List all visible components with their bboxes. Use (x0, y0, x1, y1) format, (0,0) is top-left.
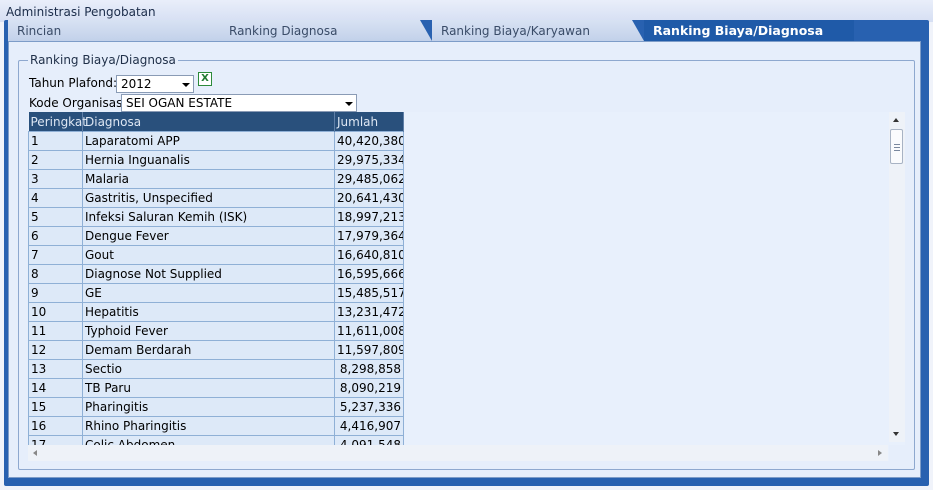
rank-cell: 13 (28, 359, 83, 379)
group-legend: Ranking Biaya/Diagnosa (28, 53, 178, 67)
kode-organisasi-label: Kode Organisasi: (29, 96, 130, 110)
table-row[interactable]: 1 Laparatomi APP 40,420,380 (28, 131, 404, 151)
diagnosa-cell: Rhino Pharingitis (82, 416, 335, 436)
rank-cell: 5 (28, 207, 83, 227)
horizontal-scrollbar[interactable] (28, 445, 888, 461)
tab-label: Ranking Diagnosa (229, 24, 338, 38)
table-row[interactable]: 6 Dengue Fever 17,979,364 (28, 226, 404, 246)
tab-label: Rincian (17, 24, 62, 38)
table-row[interactable]: 2 Hernia Inguanalis 29,975,334 (28, 150, 404, 170)
rank-cell: 11 (28, 321, 83, 341)
rank-cell: 2 (28, 150, 83, 170)
table-row[interactable]: 11 Typhoid Fever 11,611,008 (28, 321, 404, 341)
diagnosa-cell: Gout (82, 245, 335, 265)
tahun-plafond-label: Tahun Plafond: (29, 76, 118, 90)
rank-cell: 1 (28, 131, 83, 151)
table-row[interactable]: 7 Gout 16,640,810 (28, 245, 404, 265)
rank-cell: 16 (28, 416, 83, 436)
scroll-left-icon[interactable] (33, 450, 37, 456)
rank-cell: 9 (28, 283, 83, 303)
rank-cell: 3 (28, 169, 83, 189)
diagnosa-cell: Infeksi Saluran Kemih (ISK) (82, 207, 335, 227)
jumlah-cell: 8,090,219 (334, 378, 404, 398)
window-title: Administrasi Pengobatan (6, 5, 156, 19)
diagnosa-cell: Malaria (82, 169, 335, 189)
table-header-row: Peringkat Diagnosa Jumlah (28, 112, 404, 132)
jumlah-cell: 17,979,364 (334, 226, 404, 246)
diagnosa-cell: Pharingitis (82, 397, 335, 417)
tahun-plafond-select[interactable]: 2012 (116, 75, 194, 93)
tab-ranking-biaya-karyawan[interactable]: Ranking Biaya/Karyawan (432, 20, 644, 41)
ranking-grid: Peringkat Diagnosa Jumlah 1 Laparatomi AP… (28, 112, 905, 461)
jumlah-cell: 16,595,666 (334, 264, 404, 284)
table-row[interactable]: 5 Infeksi Saluran Kemih (ISK) 18,997,213 (28, 207, 404, 227)
tab-ranking-diagnosa[interactable]: Ranking Diagnosa (220, 20, 432, 41)
table-row[interactable]: 3 Malaria 29,485,062 (28, 169, 404, 189)
window-titlebar: Administrasi Pengobatan (0, 0, 933, 22)
column-header-diagnosa[interactable]: Diagnosa (82, 112, 335, 132)
column-header-peringkat[interactable]: Peringkat (28, 112, 87, 132)
rank-cell: 6 (28, 226, 83, 246)
jumlah-cell: 8,298,858 (334, 359, 404, 379)
rank-cell: 10 (28, 302, 83, 322)
tahun-plafond-value: 2012 (121, 77, 152, 91)
tab-label: Ranking Biaya/Karyawan (441, 24, 590, 38)
scroll-down-icon[interactable] (893, 432, 899, 436)
scroll-right-icon[interactable] (878, 450, 882, 456)
rank-cell: 15 (28, 397, 83, 417)
table-row[interactable]: 16 Rhino Pharingitis 4,416,907 (28, 416, 404, 436)
table-row[interactable]: 12 Demam Berdarah 11,597,809 (28, 340, 404, 360)
diagnosa-cell: Hernia Inguanalis (82, 150, 335, 170)
jumlah-cell: 13,231,472 (334, 302, 404, 322)
tab-rincian[interactable]: Rincian (8, 20, 220, 41)
diagnosa-cell: Hepatitis (82, 302, 335, 322)
jumlah-cell: 18,997,213 (334, 207, 404, 227)
table-row[interactable]: 4 Gastritis, Unspecified 20,641,430 (28, 188, 404, 208)
table-row[interactable]: 10 Hepatitis 13,231,472 (28, 302, 404, 322)
diagnosa-cell: Dengue Fever (82, 226, 335, 246)
diagnosa-cell: Laparatomi APP (82, 131, 335, 151)
table-row[interactable]: 14 TB Paru 8,090,219 (28, 378, 404, 398)
kode-organisasi-value: SEI OGAN ESTATE (126, 96, 233, 110)
jumlah-cell: 15,485,517 (334, 283, 404, 303)
tab-ranking-biaya-diagnosa[interactable]: Ranking Biaya/Diagnosa (644, 20, 854, 41)
diagnosa-cell: TB Paru (82, 378, 335, 398)
tab-label: Ranking Biaya/Diagnosa (653, 23, 824, 38)
jumlah-cell: 29,485,062 (334, 169, 404, 189)
jumlah-cell: 16,640,810 (334, 245, 404, 265)
kode-organisasi-select[interactable]: SEI OGAN ESTATE (121, 94, 357, 112)
table-row[interactable]: 13 Sectio 8,298,858 (28, 359, 404, 379)
scroll-thumb[interactable] (890, 129, 903, 164)
diagnosa-cell: Sectio (82, 359, 335, 379)
table-row[interactable]: 9 GE 15,485,517 (28, 283, 404, 303)
table-row[interactable]: 15 Pharingitis 5,237,336 (28, 397, 404, 417)
excel-export-icon[interactable]: X (198, 72, 212, 86)
vertical-scrollbar[interactable] (889, 112, 905, 442)
chevron-down-icon (182, 83, 190, 87)
diagnosa-cell: GE (82, 283, 335, 303)
rank-cell: 7 (28, 245, 83, 265)
tab-bar: Rincian Ranking Diagnosa Ranking Biaya/K… (8, 20, 929, 41)
scroll-corner (889, 445, 905, 461)
rank-cell: 4 (28, 188, 83, 208)
diagnosa-cell: Diagnose Not Supplied (82, 264, 335, 284)
diagnosa-cell: Demam Berdarah (82, 340, 335, 360)
diagnosa-cell: Typhoid Fever (82, 321, 335, 341)
ranking-table: Peringkat Diagnosa Jumlah 1 Laparatomi AP… (28, 112, 404, 455)
jumlah-cell: 4,416,907 (334, 416, 404, 436)
table-row[interactable]: 8 Diagnose Not Supplied 16,595,666 (28, 264, 404, 284)
chevron-down-icon (345, 102, 353, 106)
diagnosa-cell: Gastritis, Unspecified (82, 188, 335, 208)
jumlah-cell: 11,611,008 (334, 321, 404, 341)
rank-cell: 8 (28, 264, 83, 284)
jumlah-cell: 11,597,809 (334, 340, 404, 360)
jumlah-cell: 29,975,334 (334, 150, 404, 170)
rank-cell: 12 (28, 340, 83, 360)
jumlah-cell: 20,641,430 (334, 188, 404, 208)
jumlah-cell: 5,237,336 (334, 397, 404, 417)
scroll-up-icon[interactable] (893, 118, 899, 122)
column-header-jumlah[interactable]: Jumlah (334, 112, 404, 132)
jumlah-cell: 40,420,380 (334, 131, 404, 151)
rank-cell: 14 (28, 378, 83, 398)
